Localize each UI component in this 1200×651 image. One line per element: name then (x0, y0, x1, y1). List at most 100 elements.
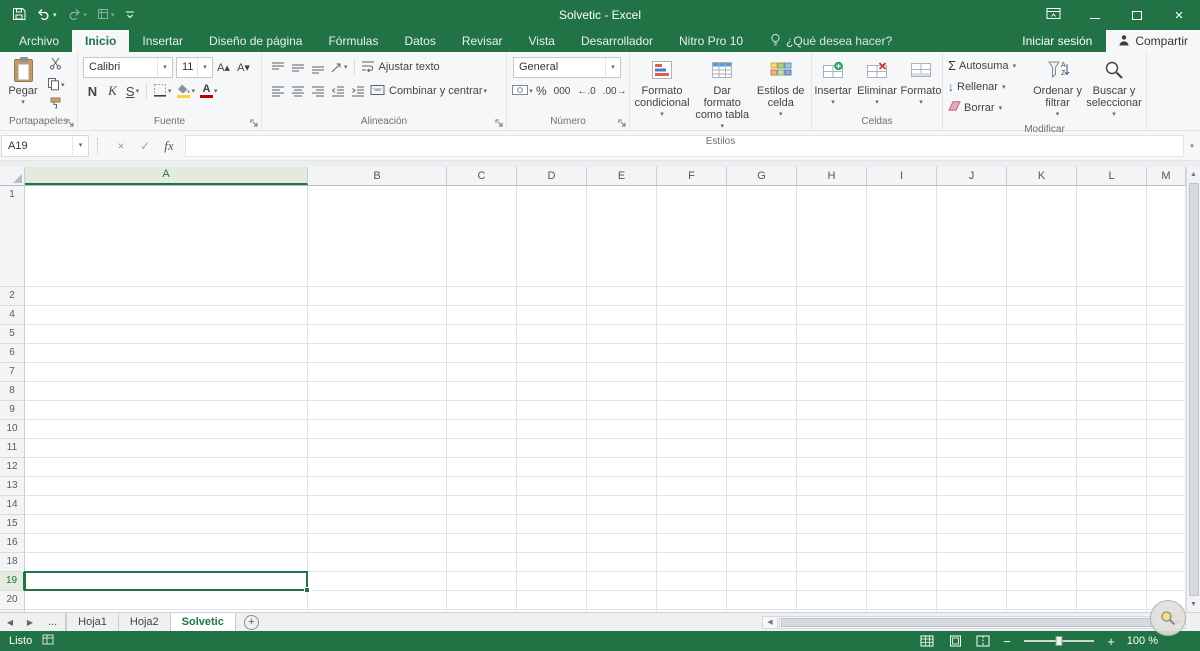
font-color-button[interactable]: A ▾ (198, 81, 220, 101)
cell-H16[interactable] (797, 534, 867, 553)
cell-K18[interactable] (1007, 553, 1077, 572)
cell-J18[interactable] (937, 553, 1007, 572)
cell-D15[interactable] (517, 515, 587, 534)
insert-function-button[interactable]: fx (157, 135, 181, 157)
cell-G13[interactable] (727, 477, 797, 496)
cell-I15[interactable] (867, 515, 937, 534)
cell-I16[interactable] (867, 534, 937, 553)
conditional-formatting-button[interactable]: Formato condicional ▾ (633, 55, 691, 135)
cell-filler[interactable] (447, 610, 517, 612)
font-dialog-launcher[interactable] (249, 118, 259, 128)
font-size-combo[interactable]: 11 ▾ (176, 56, 213, 78)
cell-M12[interactable] (1147, 458, 1186, 477)
cell-I20[interactable] (867, 591, 937, 610)
cell-B1[interactable] (308, 186, 447, 287)
cell-A9[interactable] (25, 401, 308, 420)
cell-filler[interactable] (797, 610, 867, 612)
cell-L19[interactable] (1077, 572, 1147, 591)
cell-K14[interactable] (1007, 496, 1077, 515)
cell-M15[interactable] (1147, 515, 1186, 534)
cell-M9[interactable] (1147, 401, 1186, 420)
cell-F16[interactable] (657, 534, 727, 553)
row-header-19[interactable]: 19 (0, 572, 25, 591)
comma-style-button[interactable]: 000 (551, 81, 574, 101)
cell-L2[interactable] (1077, 287, 1147, 306)
cell-K6[interactable] (1007, 344, 1077, 363)
normal-view-button[interactable] (916, 633, 938, 649)
cell-B13[interactable] (308, 477, 447, 496)
cell-I6[interactable] (867, 344, 937, 363)
vertical-scroll-thumb[interactable] (1188, 183, 1199, 596)
cell-H19[interactable] (797, 572, 867, 591)
cell-L5[interactable] (1077, 325, 1147, 344)
format-as-table-button[interactable]: Dar formato como tabla ▾ (693, 55, 751, 135)
cell-G4[interactable] (727, 306, 797, 325)
cell-A2[interactable] (25, 287, 308, 306)
cell-G14[interactable] (727, 496, 797, 515)
cell-C16[interactable] (447, 534, 517, 553)
cell-I12[interactable] (867, 458, 937, 477)
cell-G6[interactable] (727, 344, 797, 363)
cell-L10[interactable] (1077, 420, 1147, 439)
cell-E1[interactable] (587, 186, 657, 287)
undo-button[interactable]: ▾ (31, 3, 62, 27)
cell-M14[interactable] (1147, 496, 1186, 515)
cell-B12[interactable] (308, 458, 447, 477)
cell-I7[interactable] (867, 363, 937, 382)
cell-B18[interactable] (308, 553, 447, 572)
cell-K8[interactable] (1007, 382, 1077, 401)
cell-J14[interactable] (937, 496, 1007, 515)
ribbon-tab-fórmulas[interactable]: Fórmulas (315, 30, 391, 52)
cell-B19[interactable] (308, 572, 447, 591)
column-header-F[interactable]: F (657, 167, 727, 185)
sign-in-link[interactable]: Iniciar sesión (1008, 34, 1106, 48)
page-break-view-button[interactable] (972, 633, 994, 649)
cell-A1[interactable] (25, 186, 308, 287)
row-header-18[interactable]: 18 (0, 553, 25, 572)
cell-C20[interactable] (447, 591, 517, 610)
cell-E6[interactable] (587, 344, 657, 363)
vertical-scrollbar[interactable]: ▲ ▼ (1186, 167, 1200, 612)
cell-E20[interactable] (587, 591, 657, 610)
cell-I8[interactable] (867, 382, 937, 401)
cell-H15[interactable] (797, 515, 867, 534)
cell-styles-button[interactable]: Estilos de celda ▾ (753, 55, 808, 135)
borders-button[interactable]: ▾ (151, 81, 174, 101)
cell-G19[interactable] (727, 572, 797, 591)
cell-A8[interactable] (25, 382, 308, 401)
cell-J8[interactable] (937, 382, 1007, 401)
cell-H7[interactable] (797, 363, 867, 382)
cell-C2[interactable] (447, 287, 517, 306)
cell-I9[interactable] (867, 401, 937, 420)
cell-E16[interactable] (587, 534, 657, 553)
cell-filler[interactable] (25, 610, 308, 612)
cell-F4[interactable] (657, 306, 727, 325)
row-header-10[interactable]: 10 (0, 420, 25, 439)
ribbon-display-options-button[interactable] (1032, 0, 1074, 30)
cell-D18[interactable] (517, 553, 587, 572)
cell-A11[interactable] (25, 439, 308, 458)
row-header-4[interactable]: 4 (0, 306, 25, 325)
cell-F20[interactable] (657, 591, 727, 610)
ribbon-tab-desarrollador[interactable]: Desarrollador (568, 30, 666, 52)
cell-filler[interactable] (308, 610, 447, 612)
cell-C14[interactable] (447, 496, 517, 515)
cell-K10[interactable] (1007, 420, 1077, 439)
scroll-left-button[interactable]: ◀ (762, 615, 778, 629)
enter-button[interactable]: ✓ (133, 135, 157, 157)
cell-E12[interactable] (587, 458, 657, 477)
copy-button[interactable]: ▾ (45, 75, 67, 95)
cell-C6[interactable] (447, 344, 517, 363)
cell-C18[interactable] (447, 553, 517, 572)
cell-K4[interactable] (1007, 306, 1077, 325)
align-right-button[interactable] (308, 81, 327, 101)
cell-K5[interactable] (1007, 325, 1077, 344)
column-header-K[interactable]: K (1007, 167, 1077, 185)
horizontal-scroll-thumb[interactable] (781, 617, 1156, 627)
close-button[interactable]: × (1158, 0, 1200, 30)
cell-D1[interactable] (517, 186, 587, 287)
cell-F19[interactable] (657, 572, 727, 591)
zoom-in-button[interactable]: + (1104, 634, 1118, 649)
cell-F11[interactable] (657, 439, 727, 458)
row-header-20[interactable]: 20 (0, 591, 25, 610)
